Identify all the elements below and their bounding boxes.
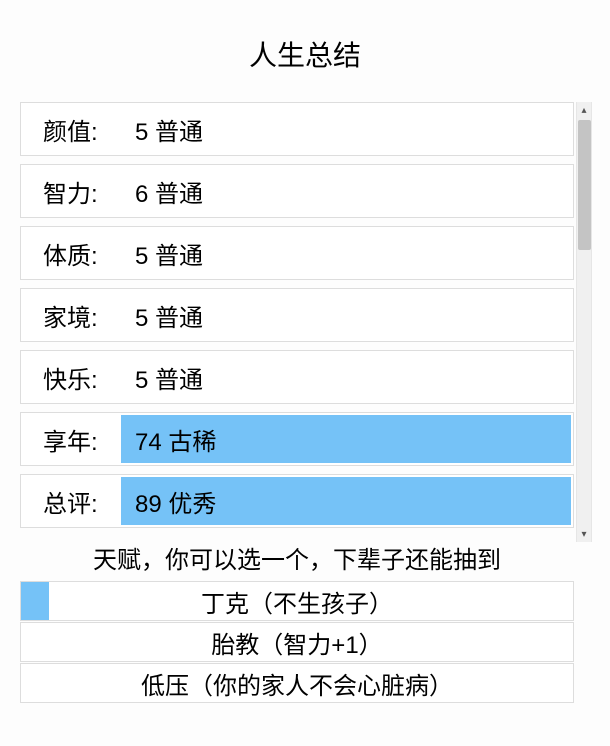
stat-label: 总评:	[21, 475, 121, 527]
talent-header: 天赋，你可以选一个，下辈子还能抽到	[20, 536, 574, 581]
stat-row-constitution: 体质: 5 普通	[20, 226, 574, 280]
scroll-down-icon[interactable]: ▾	[577, 526, 591, 542]
scroll-container: 颜值: 5 普通 智力: 6 普通 体质: 5 普通 家境: 5 普通 快乐: …	[20, 102, 592, 722]
stat-row-lifespan: 享年: 74 古稀	[20, 412, 574, 466]
stat-value: 74 古稀	[121, 415, 571, 463]
talent-label: 低压（你的家人不会心脏病）	[141, 666, 453, 701]
stat-value: 89 优秀	[121, 477, 571, 525]
scrollbar-track[interactable]: ▴ ▾	[576, 102, 592, 542]
stat-label: 享年:	[21, 413, 121, 465]
stat-value: 6 普通	[121, 165, 573, 217]
stat-value: 5 普通	[121, 351, 573, 403]
stat-value: 5 普通	[121, 103, 573, 155]
stat-label: 智力:	[21, 165, 121, 217]
stat-label: 快乐:	[21, 351, 121, 403]
stat-label: 体质:	[21, 227, 121, 279]
stat-label: 家境:	[21, 289, 121, 341]
stat-row-happiness: 快乐: 5 普通	[20, 350, 574, 404]
scroll-up-icon[interactable]: ▴	[577, 102, 591, 118]
talent-option-lowpressure[interactable]: 低压（你的家人不会心脏病）	[20, 663, 574, 703]
page-title: 人生总结	[0, 0, 610, 102]
talent-label: 丁克（不生孩子）	[201, 584, 393, 619]
selected-indicator	[21, 582, 49, 620]
stat-row-overall: 总评: 89 优秀	[20, 474, 574, 528]
stat-label: 颜值:	[21, 103, 121, 155]
content-list: 颜值: 5 普通 智力: 6 普通 体质: 5 普通 家境: 5 普通 快乐: …	[20, 102, 574, 704]
talent-option-prenatal[interactable]: 胎教（智力+1）	[20, 622, 574, 662]
talent-option-dink[interactable]: 丁克（不生孩子）	[20, 581, 574, 621]
stat-row-family: 家境: 5 普通	[20, 288, 574, 342]
stat-value: 5 普通	[121, 289, 573, 341]
talent-label: 胎教（智力+1）	[211, 625, 382, 660]
scrollbar-thumb[interactable]	[578, 120, 591, 250]
stat-value: 5 普通	[121, 227, 573, 279]
stat-row-intelligence: 智力: 6 普通	[20, 164, 574, 218]
stat-row-appearance: 颜值: 5 普通	[20, 102, 574, 156]
